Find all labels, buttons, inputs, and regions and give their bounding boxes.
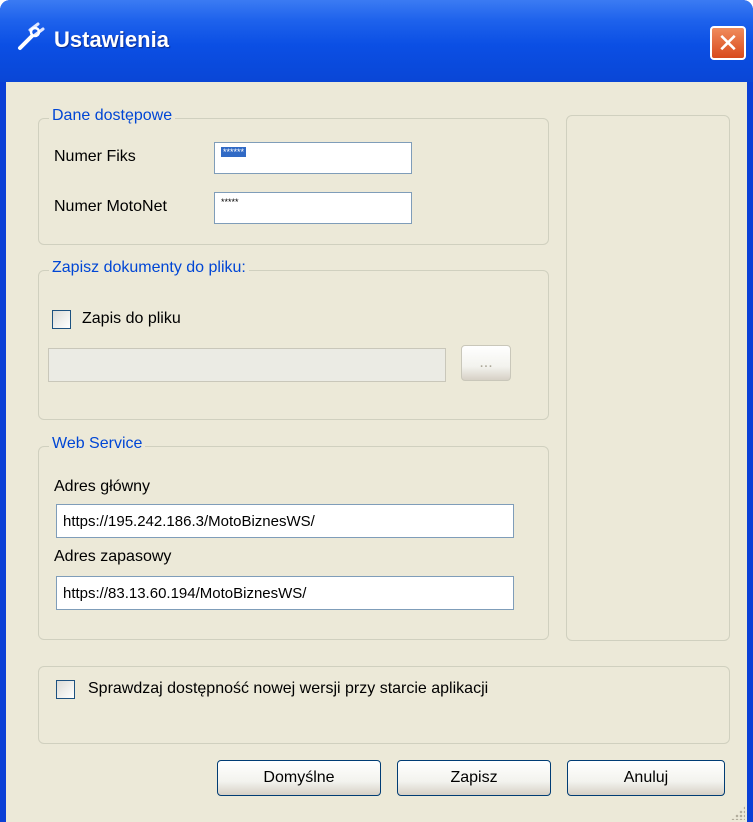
motonet-number-label: Numer MotoNet [54, 198, 167, 215]
update-check-label[interactable]: Sprawdzaj dostępność nowej wersji przy s… [88, 680, 488, 698]
title-bar[interactable]: Ustawienia ✕ [0, 0, 753, 82]
fiks-number-field[interactable]: ****** [214, 142, 412, 174]
access-data-legend: Dane dostępowe [49, 107, 176, 125]
fiks-number-value: ****** [221, 147, 247, 157]
browse-button[interactable]: ... [461, 345, 511, 381]
side-panel [566, 115, 730, 641]
save-to-file-label[interactable]: Zapis do pliku [82, 310, 181, 328]
cancel-button[interactable]: Anuluj [567, 760, 725, 796]
file-save-legend: Zapisz dokumenty do pliku: [49, 259, 249, 277]
update-check-checkbox[interactable] [56, 680, 75, 699]
defaults-button[interactable]: Domyślne [217, 760, 381, 796]
window-title: Ustawienia [54, 27, 169, 52]
backup-address-input[interactable]: https://83.13.60.194/MotoBiznesWS/ [56, 576, 514, 610]
update-check-group [38, 666, 730, 744]
settings-wrench-icon [18, 22, 45, 50]
resize-grip[interactable] [731, 806, 745, 820]
backup-address-label: Adres zapasowy [54, 548, 172, 565]
close-button[interactable]: ✕ [710, 26, 746, 60]
file-path-input[interactable] [48, 348, 446, 382]
settings-window: Ustawienia ✕ Dane dostępowe Numer Fiks *… [0, 0, 753, 822]
motonet-number-value: ***** [221, 197, 239, 207]
web-service-group: Web Service [38, 435, 549, 640]
save-to-file-checkbox[interactable] [52, 310, 71, 329]
save-button[interactable]: Zapisz [397, 760, 551, 796]
web-service-legend: Web Service [49, 435, 146, 453]
dialog-body: Dane dostępowe Numer Fiks ****** Numer M… [6, 82, 747, 822]
primary-address-input[interactable]: https://195.242.186.3/MotoBiznesWS/ [56, 504, 514, 538]
primary-address-label: Adres główny [54, 478, 151, 495]
motonet-number-field[interactable]: ***** [214, 192, 412, 224]
fiks-number-label: Numer Fiks [54, 148, 136, 165]
close-icon: ✕ [717, 28, 739, 58]
access-data-group: Dane dostępowe [38, 107, 549, 245]
